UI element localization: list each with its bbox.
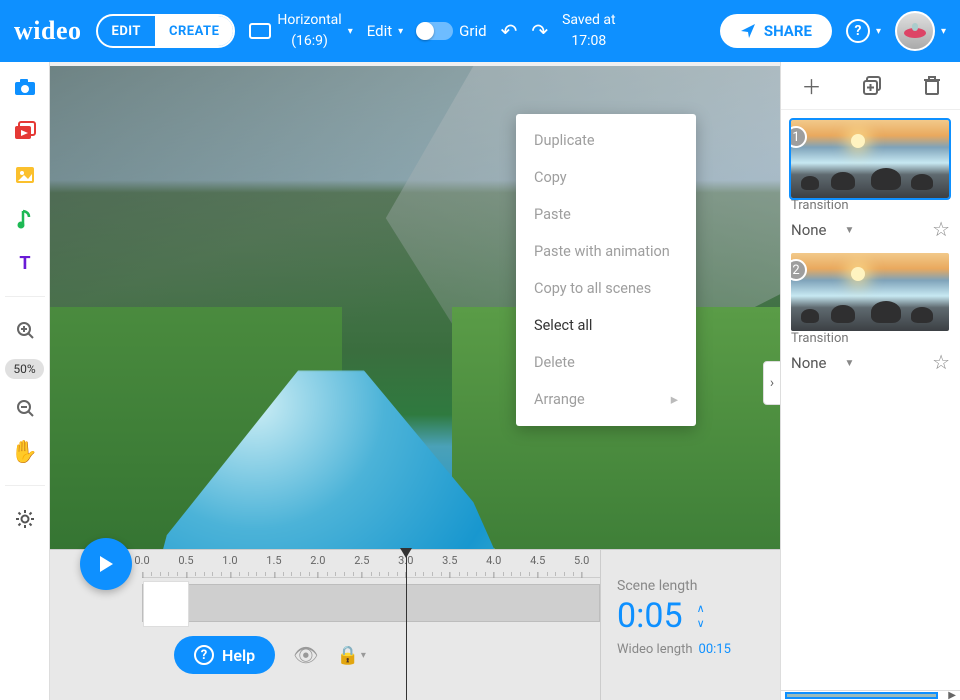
- ruler-tick: 2.5: [354, 554, 369, 567]
- timeline-info-panel: Scene length 0:05 ∧∨ Wideo length 00:15: [600, 550, 780, 700]
- scenes-panel: ＋ 1 Transition None▼ ☆ 2 Transition None▼ ☆ ▶: [780, 62, 960, 700]
- ruler-tick: 1.0: [222, 554, 237, 567]
- scene-number-badge: 2: [791, 259, 807, 281]
- share-button[interactable]: SHARE: [720, 14, 832, 48]
- scene-length-value: 0:05: [617, 596, 683, 636]
- context-menu-item: Copy to all scenes: [516, 270, 696, 307]
- ruler-tick: 3.5: [442, 554, 457, 567]
- toggle-track: [417, 22, 453, 40]
- text-tool-icon[interactable]: T: [10, 248, 40, 278]
- zoom-in-button[interactable]: [10, 315, 40, 345]
- context-menu-item: Duplicate: [516, 122, 696, 159]
- visibility-toggle-icon[interactable]: 👁: [293, 643, 318, 667]
- timeline-clip[interactable]: [143, 581, 189, 627]
- ruler-tick: 4.5: [530, 554, 545, 567]
- scene-length-stepper[interactable]: ∧∨: [697, 602, 705, 630]
- left-tool-rail: T 50% ✋: [0, 62, 50, 700]
- time-ruler[interactable]: 0.00.51.01.52.02.53.03.54.04.55.0: [142, 550, 600, 578]
- toggle-thumb: [416, 22, 434, 40]
- ruler-tick: 5.0: [574, 554, 589, 567]
- chevron-down-icon: ▾: [398, 26, 403, 37]
- ruler-tick: 1.5: [266, 554, 281, 567]
- help-icon: ?: [194, 645, 214, 665]
- help-menu-button[interactable]: ? ▾: [846, 19, 881, 43]
- mode-switch[interactable]: EDIT CREATE: [96, 14, 236, 48]
- svg-text:T: T: [19, 254, 30, 272]
- context-menu: DuplicateCopyPastePaste with animationCo…: [516, 114, 696, 426]
- app-logo: wideo: [14, 16, 82, 46]
- chevron-down-icon: ▾: [348, 26, 353, 37]
- top-bar: wideo EDIT CREATE Horizontal (16:9) ▾ Ed…: [0, 0, 960, 62]
- scene-entry: 1 Transition None▼ ☆: [791, 120, 950, 241]
- zoom-out-button[interactable]: [10, 393, 40, 423]
- camera-tool-icon[interactable]: [10, 72, 40, 102]
- mode-edit[interactable]: EDIT: [98, 16, 155, 46]
- wideo-length-label: Wideo length: [617, 642, 693, 657]
- timeline-track[interactable]: [142, 584, 600, 622]
- timeline: 0.00.51.01.52.02.53.03.54.04.55.0 ? Help…: [50, 549, 780, 700]
- transition-label: Transition: [791, 198, 950, 213]
- scene-length-label: Scene length: [617, 578, 768, 594]
- scene-thumbnail[interactable]: 1: [791, 120, 949, 198]
- context-menu-item: Delete: [516, 344, 696, 381]
- aspect-ratio-icon: [249, 23, 271, 39]
- context-menu-item: Arrange▸: [516, 381, 696, 418]
- zoom-level[interactable]: 50%: [5, 359, 43, 379]
- scene-entry: 2 Transition None▼ ☆: [791, 253, 950, 374]
- context-menu-item: Paste: [516, 196, 696, 233]
- help-icon: ?: [846, 19, 870, 43]
- context-menu-item: Copy: [516, 159, 696, 196]
- image-tool-icon[interactable]: [10, 160, 40, 190]
- ruler-tick: 0.0: [134, 554, 149, 567]
- save-status: Saved at 17:08: [562, 13, 616, 50]
- wideo-length-value: 00:15: [699, 642, 731, 657]
- grid-toggle[interactable]: Grid: [417, 22, 486, 40]
- edit-menu-label: Edit: [367, 22, 392, 40]
- scenes-tool-icon[interactable]: [10, 116, 40, 146]
- redo-button[interactable]: ↷: [531, 19, 548, 43]
- music-tool-icon[interactable]: [10, 204, 40, 234]
- chevron-down-icon: ▾: [876, 26, 881, 37]
- duplicate-scene-button[interactable]: [863, 76, 883, 96]
- scenes-scrollbar[interactable]: ▶: [781, 690, 960, 700]
- transition-dropdown[interactable]: None▼: [791, 221, 854, 239]
- delete-scene-button[interactable]: [924, 76, 940, 96]
- history-controls: ↶ ↷: [501, 19, 549, 43]
- chevron-down-icon: ▾: [941, 26, 946, 37]
- grid-label: Grid: [459, 22, 486, 40]
- collapse-right-panel-button[interactable]: ›: [763, 361, 780, 405]
- ruler-tick: 2.0: [310, 554, 325, 567]
- ruler-tick: 0.5: [178, 554, 193, 567]
- edit-menu-button[interactable]: Edit ▾: [367, 22, 403, 40]
- context-menu-item[interactable]: Select all: [516, 307, 696, 344]
- context-menu-item: Paste with animation: [516, 233, 696, 270]
- help-button[interactable]: ? Help: [174, 636, 275, 674]
- play-button[interactable]: [80, 538, 132, 590]
- favorite-star-icon[interactable]: ☆: [932, 217, 950, 241]
- chevron-down-icon: ▼: [845, 225, 855, 236]
- mode-create[interactable]: CREATE: [155, 16, 233, 46]
- transition-label: Transition: [791, 331, 950, 346]
- account-menu-button[interactable]: ▾: [895, 11, 946, 51]
- lock-toggle-icon[interactable]: 🔒 ▾: [336, 645, 365, 666]
- ruler-tick: 4.0: [486, 554, 501, 567]
- scene-number-badge: 1: [791, 126, 807, 148]
- aspect-ratio-button[interactable]: Horizontal (16:9) ▾: [249, 13, 352, 50]
- avatar: [895, 11, 935, 51]
- undo-button[interactable]: ↶: [501, 19, 518, 43]
- favorite-star-icon[interactable]: ☆: [932, 350, 950, 374]
- chevron-down-icon: ▼: [845, 358, 855, 369]
- settings-button[interactable]: [10, 504, 40, 534]
- send-icon: [740, 23, 756, 39]
- aspect-label-bottom: (16:9): [291, 34, 328, 49]
- playhead[interactable]: [406, 550, 407, 700]
- add-scene-button[interactable]: ＋: [802, 71, 822, 100]
- aspect-label-top: Horizontal: [277, 13, 341, 28]
- transition-dropdown[interactable]: None▼: [791, 354, 854, 372]
- scene-thumbnail[interactable]: 2: [791, 253, 949, 331]
- pan-tool-icon[interactable]: ✋: [10, 437, 40, 467]
